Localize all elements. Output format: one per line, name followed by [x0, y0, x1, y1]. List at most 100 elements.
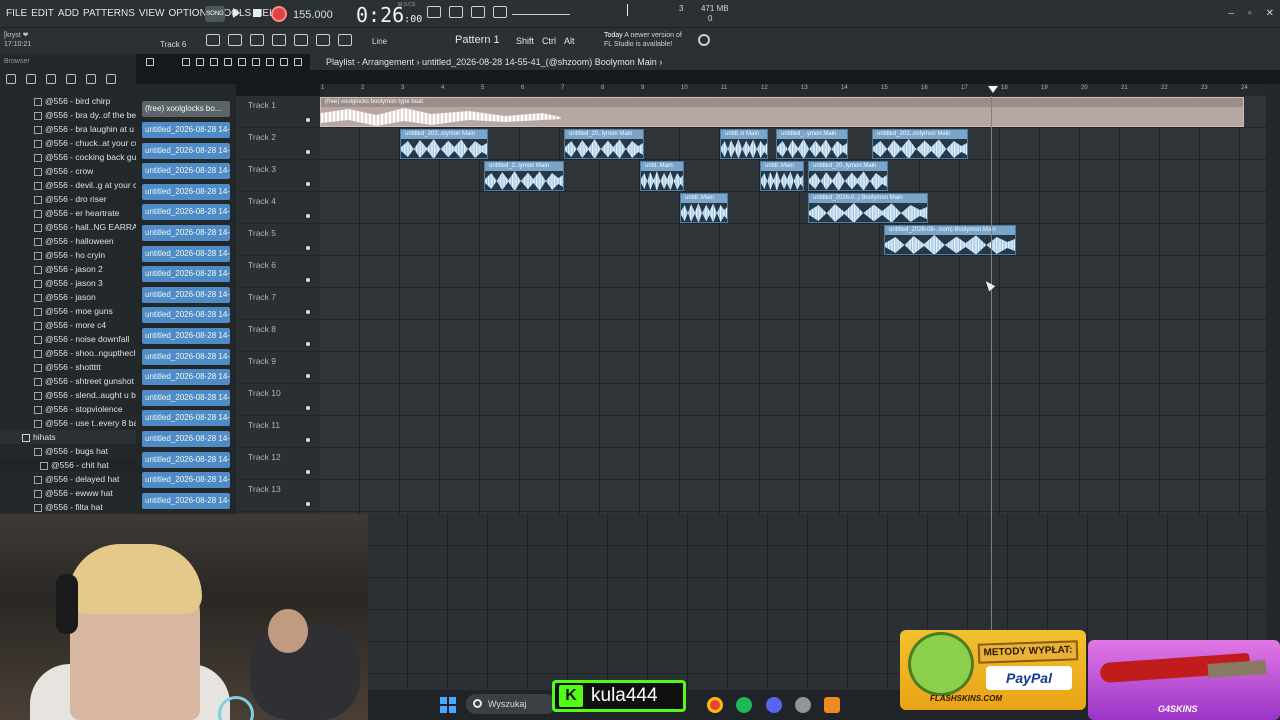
taskbar-search[interactable]: Wyszukaj: [466, 694, 556, 714]
delete-icon[interactable]: [210, 58, 218, 66]
audio-clip[interactable]: untitled_..ymon Main: [776, 129, 848, 159]
track-mute-dot[interactable]: [306, 182, 310, 186]
track-mute-dot[interactable]: [306, 438, 310, 442]
browser-item[interactable]: @556 - hall..NG EARRAPE): [0, 220, 136, 234]
clip-source-item[interactable]: untitled_2026-08-28 14-: [142, 369, 230, 386]
track-header[interactable]: Track 9: [236, 352, 320, 384]
mute-icon[interactable]: [224, 58, 232, 66]
clip-source-item[interactable]: untitled_2026-08-28 14-: [142, 307, 230, 324]
track-header[interactable]: Track 7: [236, 288, 320, 320]
update-icon[interactable]: [698, 34, 710, 46]
clip-source-item[interactable]: untitled_2026-08-28 14-: [142, 492, 230, 509]
alt-key[interactable]: Alt: [564, 36, 575, 46]
browser-subitem[interactable]: @556 - filta hat: [0, 500, 136, 514]
clip-source-item[interactable]: untitled_2026-08-28 14-: [142, 389, 230, 406]
discord-icon[interactable]: [766, 697, 782, 713]
browser-item[interactable]: @556 - chuck..at your cut: [0, 136, 136, 150]
channel-rack-icon[interactable]: [228, 34, 242, 46]
browser-item[interactable]: @556 - stopviolence: [0, 402, 136, 416]
plugin-icon[interactable]: [294, 34, 308, 46]
snap-selector[interactable]: Line: [372, 37, 387, 46]
play-icon[interactable]: [233, 8, 240, 18]
clip-source-item[interactable]: untitled_2026-08-28 14-: [142, 266, 230, 283]
browser-item[interactable]: @556 - shottttt: [0, 360, 136, 374]
playlist-icon[interactable]: [272, 34, 286, 46]
slice-icon[interactable]: [252, 58, 260, 66]
clip-source-item[interactable]: untitled_2026-08-28 14-: [142, 183, 230, 200]
browser-item[interactable]: @556 - dro riser: [0, 192, 136, 206]
track-mute-dot[interactable]: [306, 278, 310, 282]
zoom-icon[interactable]: [280, 58, 288, 66]
browser-subitem[interactable]: @556 - bugs hat: [0, 444, 136, 458]
audio-clip[interactable]: untitled_2026-08-..oom) Boolymon Main: [884, 225, 1016, 255]
shift-key[interactable]: Shift: [516, 36, 534, 46]
news-panel[interactable]: Today A newer version of FL Studio is ava…: [604, 31, 682, 49]
menu-item-edit[interactable]: EDIT: [31, 8, 54, 19]
browser-subitem[interactable]: @556 - chit hat: [0, 458, 136, 472]
track-header[interactable]: Track 5: [236, 224, 320, 256]
song-position-marker[interactable]: [988, 86, 998, 93]
pattern-mode-icon[interactable]: [427, 6, 441, 18]
browser-subitem[interactable]: @556 - delayed hat: [0, 472, 136, 486]
track-header[interactable]: Track 8: [236, 320, 320, 352]
clip-source-item[interactable]: untitled_2026-08-28 14-: [142, 286, 230, 303]
clip-source-item[interactable]: untitled_2026-08-28 14-: [142, 431, 230, 447]
menu-item-patterns[interactable]: PATTERNS: [83, 8, 135, 19]
arrow-right-icon[interactable]: [316, 34, 330, 46]
clip-source-item[interactable]: untitled_2026-08-28 14-: [142, 245, 230, 262]
browser-item[interactable]: @556 - shtreet gunshot: [0, 374, 136, 388]
clip-source-item[interactable]: untitled_2026-08-28 14-: [142, 328, 230, 344]
track-header[interactable]: Track 6: [236, 256, 320, 288]
close-icon[interactable]: ✕: [1266, 8, 1274, 19]
audio-clip[interactable]: untitled_202..olymon Main: [400, 129, 488, 159]
audio-clip[interactable]: untitled_20..lymon Main: [564, 129, 644, 159]
browser-item[interactable]: @556 - bra laughin at u: [0, 122, 136, 136]
track-header[interactable]: Track 13: [236, 480, 320, 512]
step-edit-icon[interactable]: [449, 6, 463, 18]
chrome-icon[interactable]: [707, 697, 723, 713]
menu-item-view[interactable]: VIEW: [139, 8, 165, 19]
track-mute-dot[interactable]: [306, 310, 310, 314]
browser-item[interactable]: @556 - bird chirp: [0, 94, 136, 108]
clip-source-item[interactable]: untitled_2026-08-28 14-: [142, 472, 230, 489]
vertical-scrollbar[interactable]: [1266, 84, 1280, 690]
browser-back-icon[interactable]: [6, 74, 16, 84]
audio-clip[interactable]: untitl..n Main: [720, 129, 768, 159]
master-volume-slider[interactable]: [512, 14, 570, 15]
brush-icon[interactable]: [196, 58, 204, 66]
track-mute-dot[interactable]: [306, 246, 310, 250]
waveform-icon[interactable]: [471, 6, 485, 18]
browser-item[interactable]: @556 - crow: [0, 164, 136, 178]
clip-source-item[interactable]: untitled_2026-08-28 14-: [142, 451, 230, 468]
spotify-icon[interactable]: [736, 697, 752, 713]
track-mute-dot[interactable]: [306, 502, 310, 506]
metronome-icon[interactable]: [493, 6, 507, 18]
browser-item[interactable]: @556 - use t..every 8 bars: [0, 416, 136, 430]
browser-item[interactable]: @556 - jason 2: [0, 262, 136, 276]
track-header[interactable]: Track 10: [236, 384, 320, 416]
minimize-icon[interactable]: –: [1229, 8, 1235, 19]
track-mute-dot[interactable]: [306, 374, 310, 378]
playlist-play-icon[interactable]: [146, 58, 154, 66]
slip-icon[interactable]: [238, 58, 246, 66]
browser-plugin-icon[interactable]: [66, 74, 76, 84]
settings-icon[interactable]: [795, 697, 811, 713]
browser-subitem[interactable]: @556 - ewww hat: [0, 486, 136, 500]
audio-clip[interactable]: untit..Main: [640, 161, 684, 191]
maximize-icon[interactable]: ▫: [1248, 8, 1252, 19]
browser-arrow-icon[interactable]: [46, 74, 56, 84]
browser-item[interactable]: @556 - slend..aught u bro: [0, 388, 136, 402]
audio-clip[interactable]: (free) xoolglocks boolymon type beat: [320, 97, 1244, 127]
browser-item[interactable]: @556 - more c4: [0, 318, 136, 332]
ctrl-key[interactable]: Ctrl: [542, 36, 556, 46]
piano-roll-icon[interactable]: [250, 34, 264, 46]
clip-source-item[interactable]: untitled_2026-08-28 14-: [142, 204, 230, 221]
browser-item[interactable]: @556 - halloween: [0, 234, 136, 248]
browser-item[interactable]: @556 - jason 3: [0, 276, 136, 290]
microphone-icon[interactable]: [338, 34, 352, 46]
playlist-grid[interactable]: (free) xoolglocks boolymon type beat unti…: [320, 96, 1266, 514]
timeline-ruler[interactable]: 1 2 3 4 5 6 7 8 9 10 11 12 13 14 15 16 17 18 19 20 21 22 23 24: [320, 84, 1266, 96]
track-mute-dot[interactable]: [306, 342, 310, 346]
audio-clip[interactable]: untitl..Main: [680, 193, 728, 223]
track-header[interactable]: Track 2: [236, 128, 320, 160]
